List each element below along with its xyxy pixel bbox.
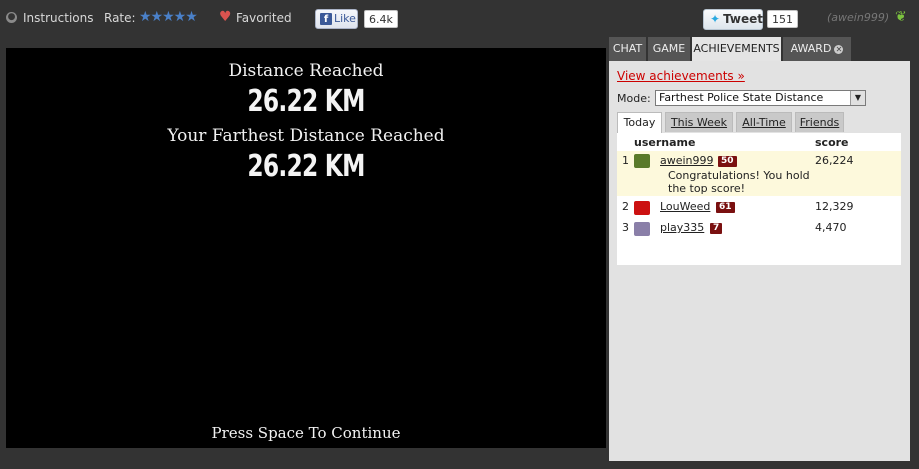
score: 4,470	[815, 221, 847, 234]
facebook-like-button[interactable]: f Like	[315, 9, 358, 29]
rating-stars[interactable]: ★★★★★	[139, 9, 198, 25]
top-bar: ● Instructions Rate: ★★★★★ ♥ Favorited f…	[0, 0, 919, 40]
mode-select[interactable]: Farthest Police State Distance ▼	[655, 90, 866, 106]
farthest-value: 26.22 KM	[247, 149, 365, 184]
rate-label: Rate:	[104, 11, 136, 25]
lb-tab-all-time[interactable]: All-Time	[736, 112, 792, 132]
username-link[interactable]: play335	[660, 221, 704, 234]
score: 12,329	[815, 200, 854, 213]
lb-tab-today[interactable]: Today	[617, 112, 662, 133]
avatar[interactable]	[634, 154, 650, 168]
facebook-icon: f	[320, 13, 332, 25]
panel-tabs: CHAT GAME ACHIEVEMENTS AWARD ✕	[609, 37, 910, 61]
side-panel: CHAT GAME ACHIEVEMENTS AWARD ✕ View achie…	[609, 37, 910, 461]
tab-game[interactable]: GAME	[648, 37, 691, 61]
avatar[interactable]	[634, 222, 650, 236]
username-link[interactable]: LouWeed	[660, 200, 710, 213]
avatar[interactable]	[634, 201, 650, 215]
level-badge: 7	[710, 223, 723, 234]
tab-achievements[interactable]: ACHIEVEMENTS	[692, 37, 782, 61]
rank: 2	[622, 200, 629, 213]
like-label: Like	[334, 12, 356, 25]
tab-award-label: AWARD	[790, 42, 832, 55]
distance-label: Distance Reached	[228, 61, 384, 81]
rank: 1	[622, 154, 629, 167]
level-badge: 50	[718, 156, 737, 167]
continue-prompt: Press Space To Continue	[211, 424, 401, 442]
score: 26,224	[815, 154, 854, 167]
rank: 3	[622, 221, 629, 234]
heart-icon[interactable]: ♥	[219, 9, 232, 25]
lb-tab-this-week[interactable]: This Week	[665, 112, 733, 132]
favorited-label[interactable]: Favorited	[236, 11, 292, 25]
like-count: 6.4k	[364, 10, 398, 28]
current-username[interactable]: (awein999)	[827, 11, 889, 24]
tab-chat[interactable]: CHAT	[609, 37, 647, 61]
username-link[interactable]: awein999	[660, 154, 714, 167]
tweet-label: Tweet	[723, 12, 764, 26]
tab-award[interactable]: AWARD ✕	[783, 37, 851, 61]
twitter-bird-icon: ✦	[710, 12, 721, 26]
farthest-label: Your Farthest Distance Reached	[167, 126, 445, 146]
mode-value: Farthest Police State Distance	[659, 91, 824, 104]
tweet-button[interactable]: ✦ Tweet	[703, 9, 763, 30]
mode-label: Mode:	[617, 92, 651, 105]
table-row: 2 LouWeed 61 12,329	[617, 197, 901, 219]
chevron-down-icon[interactable]: ▼	[850, 91, 865, 105]
lb-tab-friends[interactable]: Friends	[795, 112, 844, 132]
table-row: 3 play335 7 4,470	[617, 219, 901, 241]
leaderboard-table: username score 1 awein999 50 26,224 Cong…	[617, 133, 901, 265]
achievements-panel: View achievements » Mode: Farthest Polic…	[609, 61, 910, 461]
leaf-icon: ❦	[895, 9, 907, 25]
score-column-header: score	[815, 136, 849, 149]
game-canvas[interactable]: Distance Reached 26.22 KM Your Farthest …	[6, 48, 606, 448]
table-row: 1 awein999 50 26,224 Congratulations! Yo…	[617, 151, 901, 196]
instructions-icon[interactable]: ●	[6, 12, 17, 23]
level-badge: 61	[716, 202, 735, 213]
tweet-count: 151	[767, 10, 798, 28]
close-icon[interactable]: ✕	[834, 45, 844, 54]
instructions-link[interactable]: Instructions	[23, 11, 93, 25]
top-score-note: Congratulations! You hold the top score!	[668, 169, 810, 195]
view-achievements-link[interactable]: View achievements »	[617, 69, 745, 83]
username-column-header: username	[634, 136, 696, 149]
distance-value: 26.22 KM	[247, 84, 365, 119]
